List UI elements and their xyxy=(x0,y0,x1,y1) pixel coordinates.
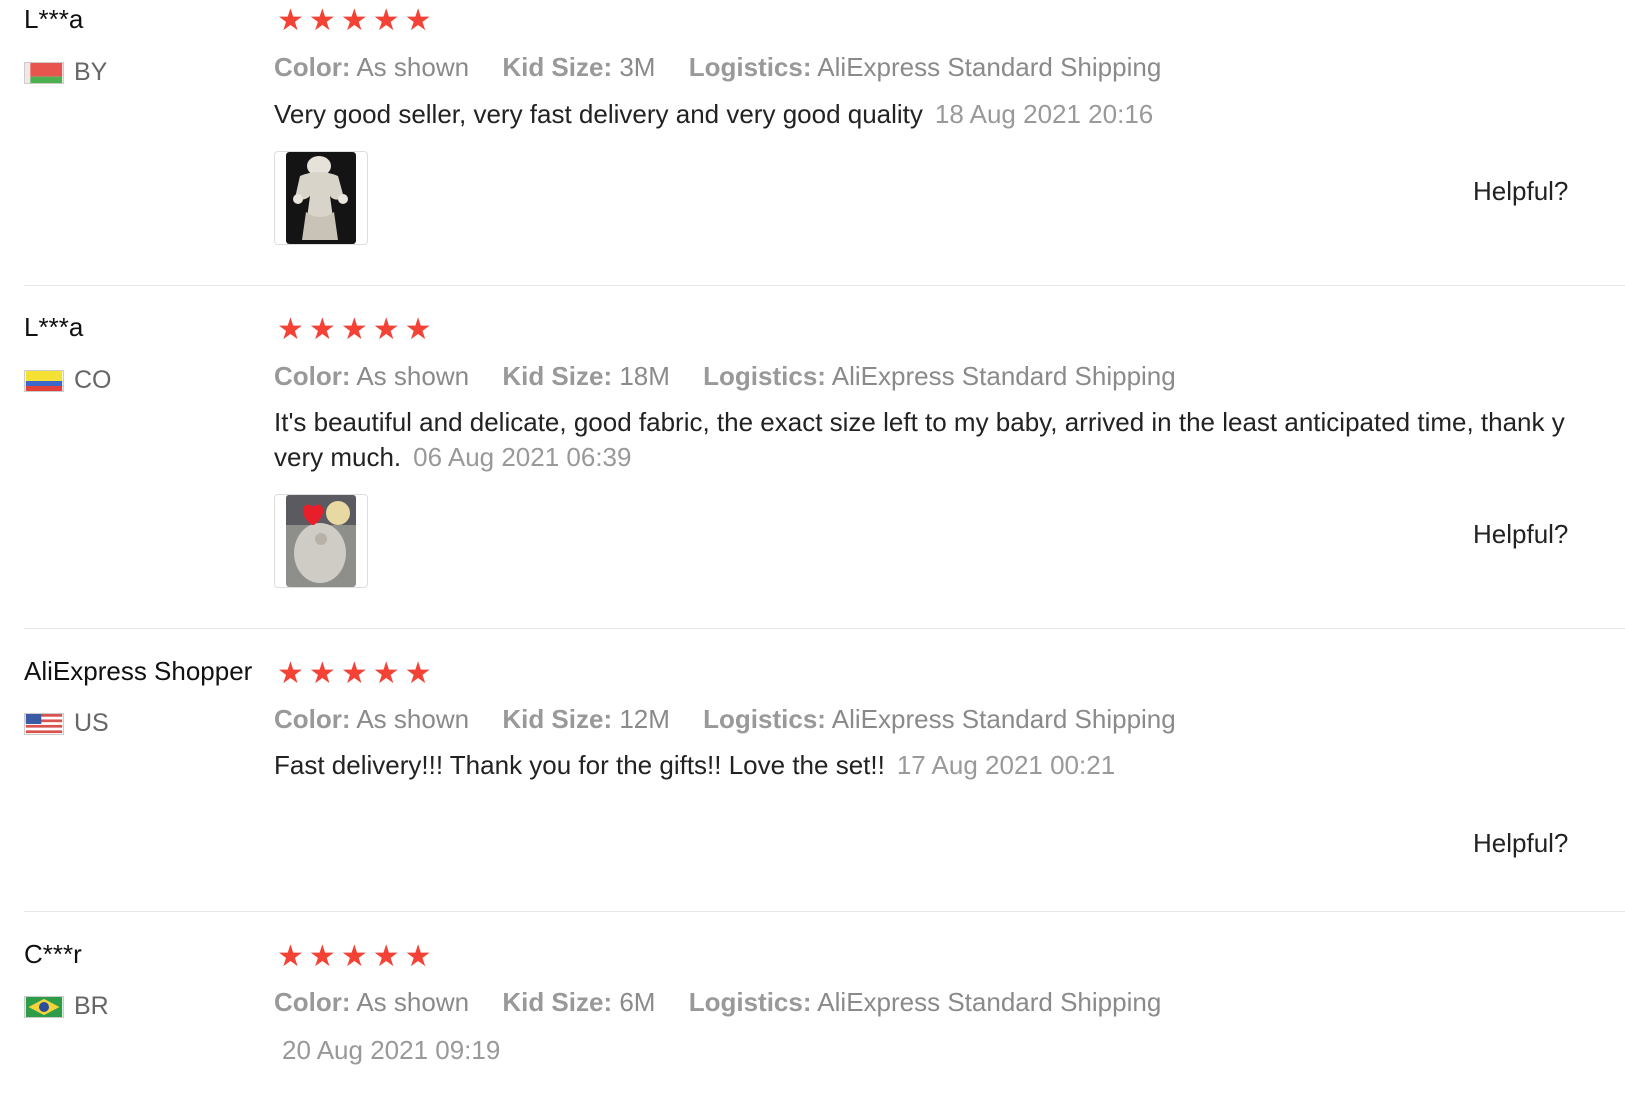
star-rating: ★ ★ ★ ★ ★ xyxy=(277,6,432,36)
star-rating: ★ ★ ★ ★ ★ xyxy=(277,659,432,689)
star-icon: ★ xyxy=(277,940,304,973)
color-label: Color: xyxy=(274,361,351,391)
star-icon: ★ xyxy=(404,313,432,346)
order-info: Color: As shown Kid Size: 3M Logistics: … xyxy=(274,52,1187,83)
size-value: 3M xyxy=(619,52,656,82)
review-date: 18 Aug 2021 20:16 xyxy=(934,99,1154,129)
star-icon: ★ xyxy=(340,940,368,973)
review-item: L***a BY ★ ★ ★ ★ ★ Color: As shown Kid Size:… xyxy=(24,0,1625,285)
logistics-label: Logistics: xyxy=(688,52,812,82)
country-code: BY xyxy=(74,58,108,86)
helpful-button[interactable]: Helpful? xyxy=(1473,519,1568,550)
star-rating: ★ ★ ★ ★ ★ xyxy=(277,942,432,972)
review-body: It's beautiful and delicate, good fabric… xyxy=(274,407,1565,437)
star-icon: ★ xyxy=(308,940,336,973)
star-icon: ★ xyxy=(340,657,368,690)
size-label: Kid Size: xyxy=(502,987,613,1017)
review-item: AliExpress Shopper US ★ ★ ★ ★ ★ Color: As sh… xyxy=(24,629,1625,911)
reviewer-country: BY xyxy=(24,58,107,87)
review-text: It's beautiful and delicate, good fabric… xyxy=(274,405,1565,475)
color-value: As shown xyxy=(356,987,470,1017)
star-icon: ★ xyxy=(277,313,304,346)
size-label: Kid Size: xyxy=(502,52,613,82)
star-icon: ★ xyxy=(308,313,336,346)
color-value: As shown xyxy=(356,704,470,734)
star-icon: ★ xyxy=(308,657,336,690)
color-value: As shown xyxy=(356,52,470,82)
color-label: Color: xyxy=(274,987,351,1017)
star-icon: ★ xyxy=(277,4,304,37)
size-value: 12M xyxy=(619,704,670,734)
review-body: Fast delivery!!! Thank you for the gifts… xyxy=(274,750,885,780)
logistics-label: Logistics: xyxy=(703,361,826,391)
logistics-label: Logistics: xyxy=(688,987,812,1017)
dress-photo-thumbnail xyxy=(286,152,356,244)
star-icon: ★ xyxy=(308,4,336,37)
review-text: Very good seller, very fast delivery and… xyxy=(274,97,1153,132)
review-body-continued: very much. xyxy=(274,442,402,472)
color-label: Color: xyxy=(274,52,351,82)
review-text: 20 Aug 2021 09:19 xyxy=(274,1033,500,1068)
reviewer-name: L***a xyxy=(24,4,84,34)
order-info: Color: As shown Kid Size: 12M Logistics:… xyxy=(274,704,1202,735)
logistics-value: AliExpress Standard Shipping xyxy=(831,704,1176,734)
size-label: Kid Size: xyxy=(502,361,613,391)
flag-br-icon xyxy=(24,995,64,1018)
star-icon: ★ xyxy=(277,657,304,690)
reviewer-country: US xyxy=(24,709,109,738)
order-info: Color: As shown Kid Size: 18M Logistics:… xyxy=(274,361,1202,392)
flag-by-icon xyxy=(24,61,64,84)
logistics-label: Logistics: xyxy=(703,704,826,734)
country-code: CO xyxy=(74,366,112,394)
review-item: L***a CO ★ ★ ★ ★ ★ Color: As shown Kid Size:… xyxy=(24,286,1625,628)
review-date: 17 Aug 2021 00:21 xyxy=(896,750,1116,780)
reviewer-name: C***r xyxy=(24,939,82,969)
size-value: 18M xyxy=(619,361,670,391)
star-icon: ★ xyxy=(404,657,432,690)
star-rating: ★ ★ ★ ★ ★ xyxy=(277,315,432,345)
reviewer-name: L***a xyxy=(24,312,84,342)
reviewer-name: AliExpress Shopper xyxy=(24,656,253,686)
star-icon: ★ xyxy=(404,4,432,37)
flag-us-icon xyxy=(24,712,64,735)
review-photo[interactable] xyxy=(274,151,368,245)
color-label: Color: xyxy=(274,704,351,734)
logistics-value: AliExpress Standard Shipping xyxy=(817,987,1162,1017)
star-icon: ★ xyxy=(340,313,368,346)
star-icon: ★ xyxy=(404,940,432,973)
star-icon: ★ xyxy=(372,4,400,37)
star-icon: ★ xyxy=(372,940,400,973)
star-icon: ★ xyxy=(340,4,368,37)
review-body: Very good seller, very fast delivery and… xyxy=(274,99,923,129)
flag-co-icon xyxy=(24,369,64,392)
helpful-button[interactable]: Helpful? xyxy=(1473,828,1568,859)
country-code: BR xyxy=(74,992,109,1020)
logistics-value: AliExpress Standard Shipping xyxy=(831,361,1176,391)
color-value: As shown xyxy=(356,361,470,391)
size-value: 6M xyxy=(619,987,656,1017)
star-icon: ★ xyxy=(372,657,400,690)
review-photo[interactable] xyxy=(274,494,368,588)
helpful-button[interactable]: Helpful? xyxy=(1473,176,1568,207)
logistics-value: AliExpress Standard Shipping xyxy=(817,52,1162,82)
review-date: 06 Aug 2021 06:39 xyxy=(413,442,632,472)
size-label: Kid Size: xyxy=(502,704,613,734)
order-info: Color: As shown Kid Size: 6M Logistics: … xyxy=(274,987,1187,1018)
country-code: US xyxy=(74,709,109,737)
baby-photo-thumbnail xyxy=(286,495,356,587)
reviewer-country: CO xyxy=(24,366,112,395)
star-icon: ★ xyxy=(372,313,400,346)
review-date: 20 Aug 2021 09:19 xyxy=(282,1035,501,1065)
review-text: Fast delivery!!! Thank you for the gifts… xyxy=(274,748,1115,783)
reviewer-country: BR xyxy=(24,992,109,1021)
review-item: C***r BR ★ ★ ★ ★ ★ Color: As shown Kid Size:… xyxy=(24,912,1625,1099)
